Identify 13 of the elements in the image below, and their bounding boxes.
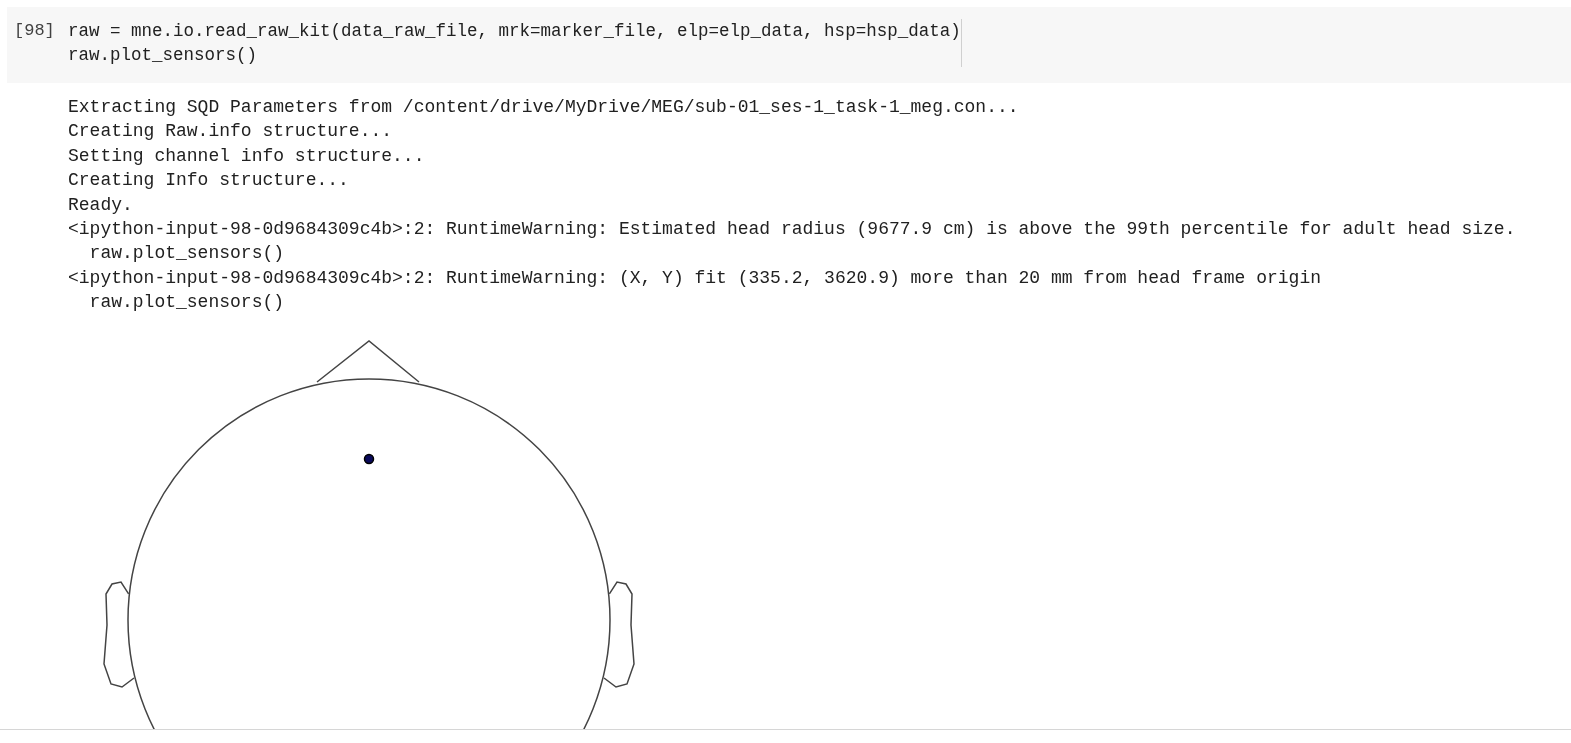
code-cell[interactable]: [98] raw = mne.io.read_raw_kit(data_raw_file, mrk=marker_file, elp=elp_data, hsp=hsp_data) raw.plot_sensors() (7, 7, 1571, 83)
output-line: Ready. (68, 193, 133, 217)
code-line: raw = mne.io.read_raw_kit(data_raw_file, mrk=marker_file, elp=elp_data, hsp=hsp_data) (68, 20, 961, 43)
output-line: raw.plot_sensors() (88, 291, 285, 315)
output-line: raw.plot_sensors() (88, 242, 285, 266)
output-line: Extracting SQD Parameters from /content/drive/MyDrive/MEG/sub-01_ses-1_task-1_meg.con... (68, 96, 1019, 119)
output-line: Setting channel info structure... (68, 144, 425, 168)
output-line: <ipython-input-98-0d9684309c4b>:2: RuntimeWarning: (X, Y) fit (335.2, 3620.9) more than 20 mm from head frame origin (68, 266, 1321, 290)
code-line: raw.plot_sensors() (68, 44, 259, 67)
output-line: Creating Info structure... (68, 169, 349, 193)
cell-prompt: [98] (13, 20, 56, 42)
output-line: Creating Raw.info structure... (68, 120, 393, 144)
output-line: <ipython-input-98-0d9684309c4b>:2: RuntimeWarning: Estimated head radius (9677.9 cm) is above the 99th percentile for adult head size. (68, 218, 1516, 242)
